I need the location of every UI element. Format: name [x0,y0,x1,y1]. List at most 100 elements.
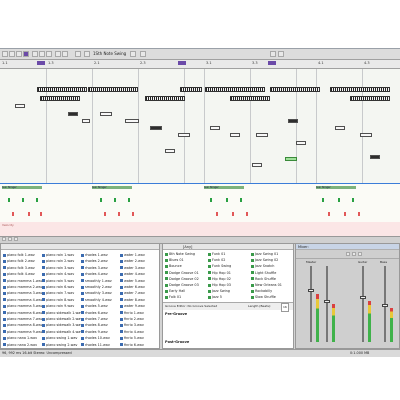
file-row[interactable]: piano mamma 2.wav [3,284,43,290]
file-row[interactable]: piano nana 2.wav [3,342,41,348]
clip-header[interactable]: Gun Slinger [204,186,244,189]
file-row[interactable]: finrio 4.wav [120,329,158,335]
file-row[interactable]: smoothly 1.wav [81,278,119,284]
note-event[interactable] [15,104,25,108]
hit-marker[interactable] [28,212,30,216]
note-event[interactable] [360,133,372,137]
pattern-clip[interactable] [330,87,390,92]
file-row[interactable]: piano mamma 9.wav [3,329,43,335]
file-row[interactable]: finrio 6.wav [120,342,158,348]
pattern-clip[interactable] [270,87,320,92]
pattern-clip[interactable] [205,87,265,92]
hit-marker[interactable] [344,212,346,216]
file-row[interactable]: piano sidewalk 3.wav [42,322,82,328]
mixer-fx-icon[interactable] [352,252,356,256]
hit-marker[interactable] [338,198,340,202]
file-row[interactable]: smoothly 4.wav [81,297,119,303]
hit-marker[interactable] [118,212,120,216]
hit-marker[interactable] [104,212,106,216]
file-row[interactable]: finrio 3.wav [120,322,158,328]
arrow-tool-icon[interactable] [2,51,8,57]
pattern-clip[interactable] [88,87,138,92]
envelope-tool-icon[interactable] [62,51,68,57]
file-row[interactable]: piano rain 4.wav [42,271,80,277]
file-row[interactable]: water 2.wav [120,258,158,264]
note-event[interactable] [125,119,139,123]
file-row[interactable]: rhodes 5.wav [81,303,119,309]
pattern-clip[interactable] [145,96,185,101]
note-event[interactable] [68,112,78,116]
hit-marker[interactable] [40,212,42,216]
note-event[interactable] [150,126,162,130]
note-event[interactable] [210,126,220,130]
file-row[interactable]: piano rain 2.wav [42,258,80,264]
note-event[interactable] [370,155,380,159]
clip-header[interactable]: Gun Slinger [316,186,356,189]
loop-marker[interactable] [178,61,186,65]
groove-item[interactable]: Early Hall [165,288,207,294]
file-row[interactable]: smoothly 3.wav [81,290,119,296]
file-row[interactable]: finrio 1.wav [120,310,158,316]
track-view[interactable] [0,69,400,183]
hit-marker[interactable] [12,212,14,216]
snap-toggle-icon[interactable] [23,51,29,57]
file-row[interactable]: piano mamma 4.wav [3,297,43,303]
timeline-ruler[interactable]: 1.1 1.3 2.1 2.3 3.1 3.3 4.1 4.3 [0,60,400,69]
pattern-clip[interactable] [230,96,270,101]
clip-header[interactable]: Gun Slinger [2,186,42,189]
groove-item[interactable]: Bounce [165,263,207,269]
file-row[interactable]: smoothly 2.wav [81,284,119,290]
fader-knob[interactable] [308,288,314,292]
note-event[interactable] [100,112,112,116]
hit-marker[interactable] [226,198,228,202]
note-event-selected[interactable] [285,157,297,161]
file-row[interactable]: piano sidewalk 4.wav [42,329,82,335]
draw-tool-icon[interactable] [9,51,15,57]
file-row[interactable]: finrio 2.wav [120,316,158,322]
note-event[interactable] [288,119,298,123]
file-row[interactable]: rhodes 4.wav [81,271,119,277]
file-row[interactable]: rhodes 8.wav [81,322,119,328]
groove-item[interactable]: Jazz 5 [208,294,250,300]
groove-item[interactable]: Light Shuffle [251,270,293,276]
hit-marker[interactable] [132,212,134,216]
groove-item[interactable]: Funk Swing [208,263,250,269]
groove-item[interactable]: Funk 01 [208,251,250,257]
list-view-icon[interactable] [2,237,6,241]
clip-header[interactable]: Gun Slinger [92,186,132,189]
file-row[interactable]: rhodes 6.wav [81,310,119,316]
note-event[interactable] [252,163,262,167]
file-row[interactable]: piano folk 3.wav [3,265,41,271]
file-row[interactable]: piano folk 4.wav [3,271,41,277]
file-row[interactable]: rhodes 7.wav [81,316,119,322]
file-row[interactable]: piano nana 1.wav [3,335,41,341]
split-tool-icon[interactable] [32,51,38,57]
pattern-clip[interactable] [180,87,202,92]
groove-item[interactable]: Jazz Swing 01 [251,251,293,257]
fader-track[interactable] [362,266,364,342]
groove-item[interactable]: Hip Hop 03 [208,282,250,288]
file-row[interactable]: piano mamma 5.wav [3,303,43,309]
file-row[interactable]: piano rain 1.wav [42,252,80,258]
groove-item[interactable]: Funk 02 [208,257,250,263]
file-row[interactable]: water 5.wav [120,278,158,284]
groove-item[interactable]: Hip Hop 02 [208,276,250,282]
file-row[interactable]: piano folk 2.wav [3,258,41,264]
hit-marker[interactable] [114,198,116,202]
note-event[interactable] [230,133,240,137]
file-row[interactable]: rhodes 3.wav [81,265,119,271]
note-event[interactable] [256,133,268,137]
groove-filter-dropdown[interactable]: [Any] [183,244,192,250]
groove-item[interactable]: Dodge Groove 02 [165,276,207,282]
groove-item[interactable]: Jazz Snatch [251,263,293,269]
quantize-icon[interactable] [75,51,81,57]
groove-item[interactable]: Dodge Groove 03 [165,282,207,288]
file-row[interactable]: rhodes 1.wav [81,252,119,258]
hit-marker[interactable] [210,198,212,202]
file-row[interactable]: piano mamma 1.wav [3,278,43,284]
groove-item[interactable]: Jazz Swing [208,288,250,294]
erase-tool-icon[interactable] [39,51,45,57]
select-tool-icon[interactable] [16,51,22,57]
groove-item[interactable]: 8th Note Swing [165,251,207,257]
file-row[interactable]: piano swing 1.wav [42,335,80,341]
